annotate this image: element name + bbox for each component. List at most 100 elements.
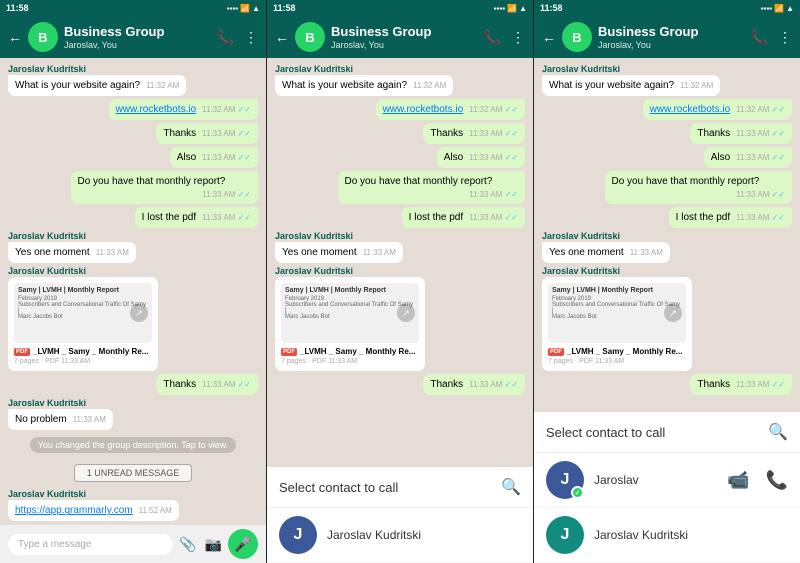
status-icons: ▪▪▪▪ 📶 ▲ <box>494 4 527 13</box>
message-text: Thanks <box>430 379 463 390</box>
message-bubble: www.rocketbots.io 11:32 AM ✓✓ <box>376 99 525 120</box>
system-message[interactable]: You changed the group description. Tap t… <box>30 437 237 453</box>
message-text: www.rocketbots.io <box>383 104 464 115</box>
sender-name: Jaroslav Kudritski <box>275 231 403 241</box>
filename-text: _LVMH _ Samy _ Monthly Re... <box>33 347 148 356</box>
message-input[interactable]: Type a message <box>8 534 173 555</box>
call-icon[interactable]: 📞 <box>217 29 234 46</box>
doc-preview: Samy | LVMH | Monthly Report February 20… <box>548 283 686 343</box>
message-row: Jaroslav Kudritski Yes one moment 11:33 … <box>275 231 403 263</box>
doc-desc1: Subscribers and Conversational Traffic O… <box>18 302 148 314</box>
group-avatar: B <box>562 22 592 52</box>
contact-list: J Jaroslav Kudritski <box>267 508 533 563</box>
message-bubble: I lost the pdf 11:33 AM ✓✓ <box>402 207 525 228</box>
document-bubble[interactable]: Samy | LVMH | Monthly Report February 20… <box>542 277 692 371</box>
contact-action-0[interactable]: 📹 <box>727 470 749 491</box>
message-row: Thanks 11:33 AM ✓✓ <box>423 374 525 395</box>
status-bar: 11:58 ▪▪▪▪ 📶 ▲ <box>0 0 266 16</box>
message-text: Also <box>444 152 463 163</box>
sender-name: Jaroslav Kudritski <box>8 398 113 408</box>
message-row: Also 11:33 AM ✓✓ <box>170 147 258 168</box>
message-text: www.rocketbots.io <box>650 104 731 115</box>
message-time: 11:33 AM ✓✓ <box>202 153 251 163</box>
message-text: Thanks <box>163 379 196 390</box>
message-time: 11:33 AM ✓✓ <box>469 129 518 139</box>
chat-panel-panel2: 11:58 ▪▪▪▪ 📶 ▲ ← B Business Group Jarosl… <box>267 0 534 563</box>
message-bubble: www.rocketbots.io 11:32 AM ✓✓ <box>643 99 792 120</box>
message-text: What is your website again? <box>15 80 140 91</box>
message-row: Thanks 11:33 AM ✓✓ <box>690 123 792 144</box>
message-bubble: Thanks 11:33 AM ✓✓ <box>423 374 525 395</box>
message-bubble: Also 11:33 AM ✓✓ <box>437 147 525 168</box>
header-actions: 📞 ⋮ <box>484 29 525 46</box>
message-text: www.rocketbots.io <box>116 104 197 115</box>
header-subtitle: Jaroslav, You <box>331 40 478 50</box>
message-row: Also 11:33 AM ✓✓ <box>437 147 525 168</box>
message-row: Jaroslav Kudritski https://app.grammarly… <box>8 489 179 521</box>
signal-icon: 📶 <box>240 4 250 13</box>
doc-meta: 7 pages · PDF 11:33 AM <box>281 358 419 365</box>
contact-avatar: J ✓ <box>546 461 584 499</box>
message-time: 11:33 AM ✓✓ <box>202 213 251 223</box>
share-icon[interactable]: ↗ <box>397 304 415 322</box>
attach-icon[interactable]: 📎 <box>179 536 196 553</box>
header-title: Business Group <box>598 24 745 40</box>
pdf-icon: PDF <box>14 348 30 356</box>
message-bubble: Yes one moment 11:33 AM <box>8 242 136 263</box>
contact-item[interactable]: J Jaroslav Kudritski <box>534 508 800 563</box>
sender-name: Jaroslav Kudritski <box>542 64 720 74</box>
doc-title: Samy | LVMH | Monthly Report <box>18 287 148 294</box>
message-bubble: Thanks 11:33 AM ✓✓ <box>156 374 258 395</box>
back-button[interactable]: ← <box>542 29 556 45</box>
message-bubble: www.rocketbots.io 11:32 AM ✓✓ <box>109 99 258 120</box>
message-row: I lost the pdf 11:33 AM ✓✓ <box>402 207 525 228</box>
battery-icon: ▪▪▪▪ <box>761 4 772 13</box>
status-icons: ▪▪▪▪ 📶 ▲ <box>227 4 260 13</box>
share-icon[interactable]: ↗ <box>664 304 682 322</box>
camera-icon[interactable]: 📷 <box>205 536 222 553</box>
document-bubble[interactable]: Samy | LVMH | Monthly Report February 20… <box>8 277 158 371</box>
contact-action-1[interactable]: 📞 <box>766 470 788 491</box>
menu-icon[interactable]: ⋮ <box>778 29 792 46</box>
contact-item[interactable]: J Jaroslav Kudritski <box>267 508 533 563</box>
call-overlay: Select contact to call 🔍 J Jaroslav Kudr… <box>267 467 533 563</box>
mic-button[interactable]: 🎤 <box>228 529 258 559</box>
header-actions: 📞 ⋮ <box>751 29 792 46</box>
call-icon[interactable]: 📞 <box>751 29 768 46</box>
message-bubble: What is your website again? 11:32 AM <box>542 75 720 96</box>
status-bar: 11:58 ▪▪▪▪ 📶 ▲ <box>534 0 800 16</box>
message-row: Thanks 11:33 AM ✓✓ <box>156 123 258 144</box>
doc-desc2: Marc Jacobs Bot <box>285 314 415 320</box>
chat-header: ← B Business Group Jaroslav, You 📞 ⋮ <box>0 16 266 58</box>
contact-item[interactable]: J ✓ Jaroslav 📹📞 <box>534 453 800 508</box>
call-icon[interactable]: 📞 <box>484 29 501 46</box>
message-text: Thanks <box>430 128 463 139</box>
contact-avatar: J <box>279 516 317 554</box>
document-bubble[interactable]: Samy | LVMH | Monthly Report February 20… <box>275 277 425 371</box>
battery-icon: ▪▪▪▪ <box>494 4 505 13</box>
menu-icon[interactable]: ⋮ <box>511 29 525 46</box>
back-button[interactable]: ← <box>275 29 289 45</box>
message-row: www.rocketbots.io 11:32 AM ✓✓ <box>643 99 792 120</box>
input-placeholder: Type a message <box>18 539 91 550</box>
doc-filename: PDF _LVMH _ Samy _ Monthly Re... <box>14 347 152 356</box>
doc-filename: PDF _LVMH _ Samy _ Monthly Re... <box>281 347 419 356</box>
sender-name: Jaroslav Kudritski <box>542 266 692 276</box>
chat-header: ← B Business Group Jaroslav, You 📞 ⋮ <box>267 16 533 58</box>
menu-icon[interactable]: ⋮ <box>244 29 258 46</box>
message-row: www.rocketbots.io 11:32 AM ✓✓ <box>376 99 525 120</box>
doc-title: Samy | LVMH | Monthly Report <box>552 287 682 294</box>
message-time: 11:33 AM ✓✓ <box>202 190 251 200</box>
share-icon[interactable]: ↗ <box>130 304 148 322</box>
sender-name: Jaroslav Kudritski <box>8 231 136 241</box>
message-text: Also <box>177 152 196 163</box>
message-time: 11:32 AM ✓✓ <box>736 105 785 115</box>
search-icon[interactable]: 🔍 <box>501 477 521 497</box>
back-button[interactable]: ← <box>8 29 22 45</box>
search-icon[interactable]: 🔍 <box>768 422 788 442</box>
header-info: Business Group Jaroslav, You <box>598 24 745 50</box>
header-title: Business Group <box>331 24 478 40</box>
message-bubble: What is your website again? 11:32 AM <box>8 75 186 96</box>
sender-name: Jaroslav Kudritski <box>275 64 453 74</box>
message-text: Do you have that monthly report? <box>612 176 760 187</box>
